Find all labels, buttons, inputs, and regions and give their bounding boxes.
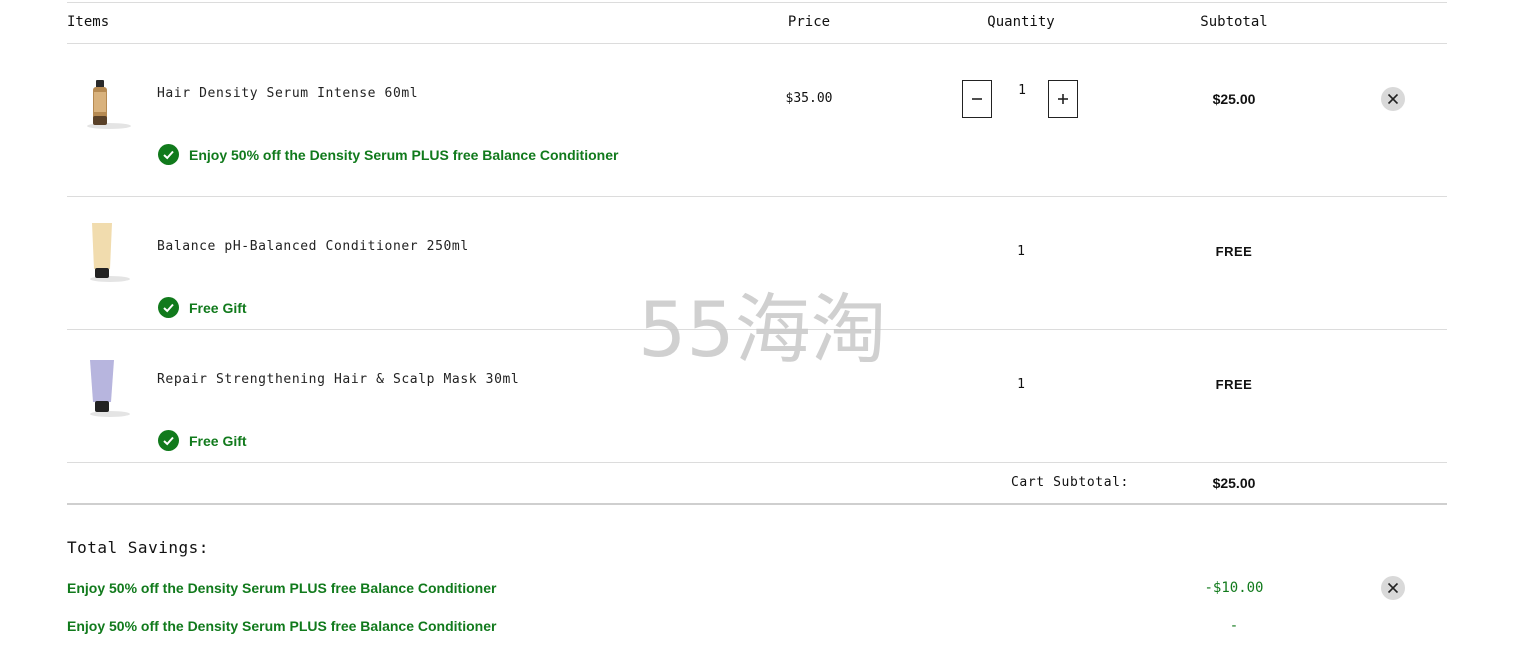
check-circle-icon: [158, 430, 179, 451]
close-icon: [1387, 582, 1399, 594]
promo-text: Free Gift: [189, 299, 247, 316]
item-subtotal: $25.00: [1212, 91, 1256, 107]
remove-item-button[interactable]: [1381, 87, 1405, 111]
savings-value: -: [1229, 618, 1239, 634]
product-name[interactable]: Hair Density Serum Intense 60ml: [157, 86, 418, 101]
promo-text: Enjoy 50% off the Density Serum PLUS fre…: [189, 146, 619, 163]
product-price: $35.00: [785, 91, 833, 106]
column-header-price: Price: [787, 14, 831, 30]
quantity-input[interactable]: 1: [1011, 83, 1033, 98]
product-image[interactable]: [83, 78, 135, 135]
cart-subtotal-value: $25.00: [1212, 475, 1256, 491]
item-quantity: 1: [1017, 244, 1025, 259]
divider: [67, 503, 1447, 505]
item-subtotal: FREE: [1215, 244, 1253, 259]
savings-title: Total Savings:: [67, 538, 209, 557]
column-header-items: Items: [67, 14, 110, 30]
column-header-subtotal: Subtotal: [1200, 14, 1268, 30]
item-quantity: 1: [1017, 377, 1025, 392]
promo-message: Free Gift: [158, 430, 247, 451]
check-circle-icon: [158, 144, 179, 165]
product-image[interactable]: [85, 358, 135, 423]
item-subtotal: FREE: [1215, 377, 1253, 392]
promo-message: Enjoy 50% off the Density Serum PLUS fre…: [158, 144, 618, 165]
savings-label: Enjoy 50% off the Density Serum PLUS fre…: [67, 580, 497, 596]
product-name[interactable]: Repair Strengthening Hair & Scalp Mask 3…: [157, 372, 519, 387]
decrease-quantity-button[interactable]: [962, 80, 992, 118]
promo-message: Free Gift: [158, 297, 247, 318]
watermark-logo: 55海淘: [638, 285, 888, 374]
product-name[interactable]: Balance pH-Balanced Conditioner 250ml: [157, 239, 469, 254]
divider: [67, 462, 1447, 463]
close-icon: [1387, 93, 1399, 105]
plus-icon: [1058, 94, 1068, 104]
divider: [67, 2, 1447, 3]
check-circle-icon: [158, 297, 179, 318]
watermark-text: 55海淘: [638, 290, 887, 362]
product-image[interactable]: [85, 221, 135, 288]
column-header-quantity: Quantity: [987, 14, 1055, 30]
cart-row-hair-density-serum: Hair Density Serum Intense 60ml $35.00 1…: [67, 44, 1447, 196]
cart-subtotal-label: Cart Subtotal:: [1011, 475, 1129, 490]
amber-serum-bottle-icon: [87, 80, 131, 129]
savings-value: -$10.00: [1204, 580, 1264, 596]
remove-discount-button[interactable]: [1381, 576, 1405, 600]
promo-text: Free Gift: [189, 432, 247, 449]
lavender-tube-icon: [90, 360, 130, 417]
minus-icon: [972, 98, 982, 100]
cream-tube-icon: [90, 223, 130, 282]
increase-quantity-button[interactable]: [1048, 80, 1078, 118]
savings-label: Enjoy 50% off the Density Serum PLUS fre…: [67, 618, 497, 634]
